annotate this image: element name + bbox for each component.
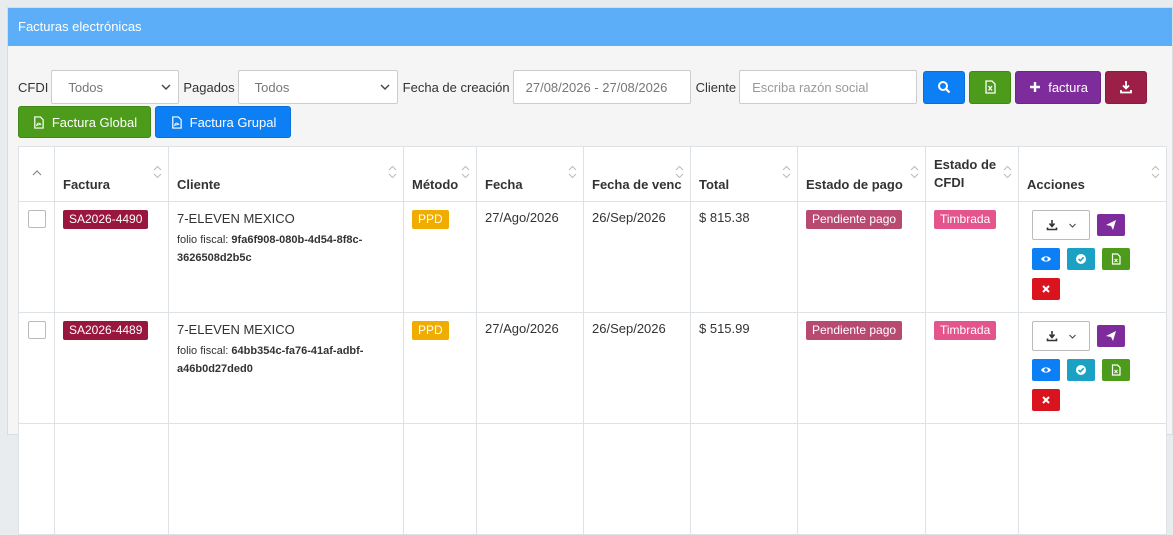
column-fecha[interactable]: Fecha (476, 146, 584, 202)
pagados-select[interactable]: Todos (237, 70, 398, 104)
invoice-total: $ 815.38 (690, 201, 798, 313)
chevron-down-icon (380, 84, 390, 90)
check-circle-icon (1076, 254, 1086, 264)
confirm-button[interactable] (1067, 248, 1095, 270)
payment-method-badge: PPD (412, 210, 449, 229)
sort-icon (910, 165, 919, 179)
file-button[interactable] (1102, 248, 1130, 270)
sort-icon (461, 165, 470, 179)
sort-icon (1003, 165, 1012, 179)
sort-icon (388, 165, 397, 179)
add-factura-button[interactable]: factura (1015, 70, 1102, 104)
column-cliente[interactable]: Cliente (168, 146, 404, 202)
search-icon (938, 81, 951, 94)
select-all-column[interactable] (18, 146, 55, 202)
factura-global-button[interactable]: Factura Global (18, 106, 151, 138)
eye-icon (1041, 367, 1051, 373)
download-button[interactable] (1105, 70, 1148, 104)
column-estado-cfdi[interactable]: Estado de CFDI (925, 146, 1019, 202)
payment-status-badge: Pendiente pago (806, 321, 903, 340)
factura-grupal-button[interactable]: Factura Grupal (155, 106, 291, 138)
confirm-button[interactable] (1067, 359, 1095, 381)
column-estado-pago[interactable]: Estado de pago (797, 146, 926, 202)
table-row (18, 423, 1167, 535)
payment-status-badge: Pendiente pago (806, 210, 903, 229)
pdf-icon (171, 115, 182, 129)
download-icon (1046, 220, 1057, 231)
column-fecha-venc[interactable]: Fecha de venc (583, 146, 691, 202)
client-name: 7-ELEVEN MEXICO (177, 211, 295, 226)
chevron-up-icon (32, 170, 41, 176)
client-name: 7-ELEVEN MEXICO (177, 322, 295, 337)
invoice-number-badge[interactable]: SA2026-4489 (63, 321, 149, 340)
fecha-creacion-label: Fecha de creación (402, 79, 510, 95)
download-dropdown[interactable] (1032, 210, 1090, 240)
close-icon (1042, 285, 1050, 293)
send-icon (1106, 220, 1116, 230)
chevron-down-icon (1068, 334, 1076, 339)
row-actions (1032, 321, 1158, 411)
invoice-total: $ 515.99 (690, 312, 798, 424)
file-icon (1111, 364, 1121, 376)
eye-icon (1041, 256, 1051, 262)
file-icon (1111, 253, 1121, 265)
file-button[interactable] (1102, 359, 1130, 381)
row-checkbox[interactable] (28, 210, 46, 228)
chevron-down-icon (1068, 223, 1076, 228)
due-date: 26/Sep/2026 (583, 312, 691, 424)
pagados-label: Pagados (183, 79, 235, 95)
cliente-search-input[interactable]: Escriba razón social (739, 70, 918, 104)
sort-icon (568, 165, 577, 179)
close-icon (1042, 396, 1050, 404)
sort-icon (782, 165, 791, 179)
column-metodo[interactable]: Método (403, 146, 477, 202)
panel-title: Facturas electrónicas (8, 8, 1172, 46)
table-row: SA2026-4489 7-ELEVEN MEXICO folio fiscal… (18, 312, 1167, 424)
payment-method-badge: PPD (412, 321, 449, 340)
filter-bar: CFDI Todos Pagados Todos Fecha de creaci… (18, 70, 1165, 104)
date-range-input[interactable]: 27/08/2026 - 27/08/2026 (512, 70, 691, 104)
plus-icon (1030, 82, 1041, 92)
table-row: SA2026-4490 7-ELEVEN MEXICO folio fiscal… (18, 201, 1167, 313)
sort-icon (675, 165, 684, 179)
chevron-down-icon (161, 84, 171, 90)
send-icon (1106, 331, 1116, 341)
column-acciones[interactable]: Acciones (1018, 146, 1167, 202)
cfdi-status-badge: Timbrada (934, 210, 997, 229)
invoice-number-badge[interactable]: SA2026-4490 (63, 210, 149, 229)
folio-fiscal: folio fiscal: 64bb354c-fa76-41af-adbf- a… (177, 345, 364, 375)
download-icon (1046, 331, 1057, 342)
invoices-table: Factura Cliente Método Fecha Fecha de ve… (18, 146, 1167, 535)
download-icon (1120, 81, 1132, 94)
cfdi-label: CFDI (18, 79, 49, 95)
invoice-date: 27/Ago/2026 (476, 201, 584, 313)
sort-icon (153, 165, 162, 179)
send-button[interactable] (1097, 325, 1125, 347)
folio-fiscal: folio fiscal: 9fa6f908-080b-4d54-8f8c- 3… (177, 234, 363, 264)
cancel-button[interactable] (1032, 278, 1060, 300)
search-button[interactable] (923, 70, 966, 104)
invoice-date: 27/Ago/2026 (476, 312, 584, 424)
cliente-label: Cliente (695, 79, 737, 95)
table-header-row: Factura Cliente Método Fecha Fecha de ve… (18, 146, 1167, 202)
send-button[interactable] (1097, 214, 1125, 236)
download-dropdown[interactable] (1032, 321, 1090, 351)
column-factura[interactable]: Factura (54, 146, 169, 202)
column-total[interactable]: Total (690, 146, 798, 202)
excel-icon (985, 80, 996, 94)
sort-icon (1151, 165, 1160, 179)
due-date: 26/Sep/2026 (583, 201, 691, 313)
invoice-type-bar: Factura Global Factura Grupal (18, 106, 295, 138)
check-circle-icon (1076, 365, 1086, 375)
cfdi-status-badge: Timbrada (934, 321, 997, 340)
row-checkbox[interactable] (28, 321, 46, 339)
export-excel-button[interactable] (969, 70, 1012, 104)
view-button[interactable] (1032, 248, 1060, 270)
row-actions (1032, 210, 1158, 300)
cancel-button[interactable] (1032, 389, 1060, 411)
cfdi-select[interactable]: Todos (51, 70, 180, 104)
pdf-icon (34, 115, 44, 129)
view-button[interactable] (1032, 359, 1060, 381)
